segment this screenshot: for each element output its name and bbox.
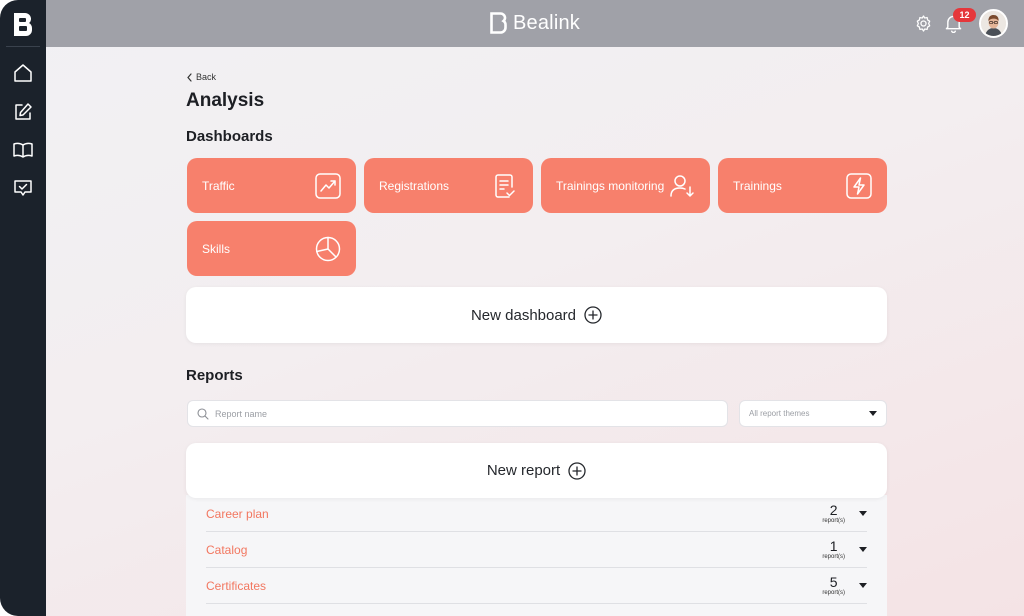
dashboard-tile-label: Registrations [379, 178, 450, 193]
new-report-label: New report [486, 462, 561, 479]
report-count-unit: report(s) [822, 554, 845, 560]
report-category-name: Catalog [206, 542, 248, 557]
notification-count-badge: 12 [953, 8, 976, 22]
dashboard-tile-traffic[interactable]: Traffic [187, 158, 356, 213]
back-label: Back [196, 72, 217, 82]
new-dashboard-button[interactable]: New dashboard [471, 306, 602, 324]
report-theme-select-value: All report themes [749, 409, 810, 418]
report-count-unit: report(s) [822, 518, 845, 524]
new-dashboard-card: New dashboard [186, 287, 887, 343]
brand-mark-icon [490, 12, 507, 34]
report-count-unit: report(s) [822, 590, 845, 596]
dashboards-section-title: Dashboards [186, 128, 273, 145]
back-link[interactable]: Back [186, 72, 216, 82]
dashboard-tile-label: Skills [202, 241, 231, 256]
report-count-group: 1 report(s) [822, 539, 867, 560]
caret-down-icon[interactable] [859, 511, 867, 516]
dashboard-tile-trainings-monitoring[interactable]: Trainings monitoring [541, 158, 710, 213]
avatar-portrait-icon [981, 11, 1006, 36]
lightning-icon [846, 172, 872, 199]
dashboard-tile-trainings[interactable]: Trainings [718, 158, 887, 213]
trend-up-icon [315, 172, 341, 199]
caret-down-icon [869, 411, 877, 416]
sidebar [0, 0, 46, 616]
user-avatar[interactable] [979, 9, 1008, 38]
caret-down-icon[interactable] [859, 583, 867, 588]
pie-chart-icon [315, 236, 341, 261]
report-count-number: 2 [829, 502, 838, 518]
report-search-field[interactable] [187, 400, 728, 427]
report-theme-select[interactable]: All report themes [739, 400, 887, 427]
page-title: Analysis [186, 90, 265, 111]
dashboard-tile-label: Trainings [733, 178, 782, 193]
settings-gear-icon[interactable] [914, 14, 933, 33]
plus-circle-icon [568, 461, 586, 480]
report-search-input[interactable] [215, 408, 695, 419]
clipboard-check-icon [495, 173, 515, 198]
chevron-left-icon [187, 72, 192, 82]
sidebar-divider [6, 46, 40, 47]
report-category-row[interactable]: Catalog 1 report(s) [206, 532, 867, 568]
new-report-button[interactable]: New report [486, 461, 586, 480]
report-count: 2 report(s) [822, 503, 845, 524]
report-count-number: 1 [829, 538, 838, 554]
dashboard-tile-skills[interactable]: Skills [187, 221, 356, 276]
plus-circle-icon [584, 306, 602, 324]
new-report-card: New report [186, 443, 887, 498]
report-count-group: 5 report(s) [822, 575, 867, 596]
report-category-row[interactable]: Career plan 2 report(s) [206, 496, 867, 532]
app-logo-icon[interactable] [11, 10, 35, 38]
brand-logo[interactable]: Bealink [490, 11, 580, 35]
dashboard-tile-label: Traffic [202, 178, 235, 193]
sidebar-item-evaluations[interactable] [12, 177, 34, 199]
search-icon [197, 407, 209, 420]
report-count: 1 report(s) [822, 539, 845, 560]
report-category-row[interactable]: Certificates 5 report(s) [206, 568, 867, 604]
report-count: 5 report(s) [822, 575, 845, 596]
sidebar-item-library[interactable] [12, 139, 34, 161]
report-category-name: Certificates [206, 578, 267, 593]
dashboard-tile-label: Trainings monitoring [556, 178, 665, 193]
brand-name: Bealink [513, 11, 580, 34]
report-count-group: 2 report(s) [822, 503, 867, 524]
report-category-name: Career plan [206, 506, 269, 521]
reports-section-title: Reports [186, 367, 243, 384]
new-dashboard-label: New dashboard [470, 306, 577, 324]
report-count-number: 5 [829, 574, 838, 590]
caret-down-icon[interactable] [859, 547, 867, 552]
report-categories-list: Career plan 2 report(s) Catalog 1 report… [186, 495, 887, 616]
sidebar-item-home[interactable] [12, 62, 34, 84]
sidebar-item-edit[interactable] [12, 101, 34, 123]
app-window: Bealink 12 Back Analysis Dashboards Traf… [0, 0, 1024, 616]
dashboard-tile-registrations[interactable]: Registrations [364, 158, 533, 213]
user-download-icon [670, 174, 694, 197]
